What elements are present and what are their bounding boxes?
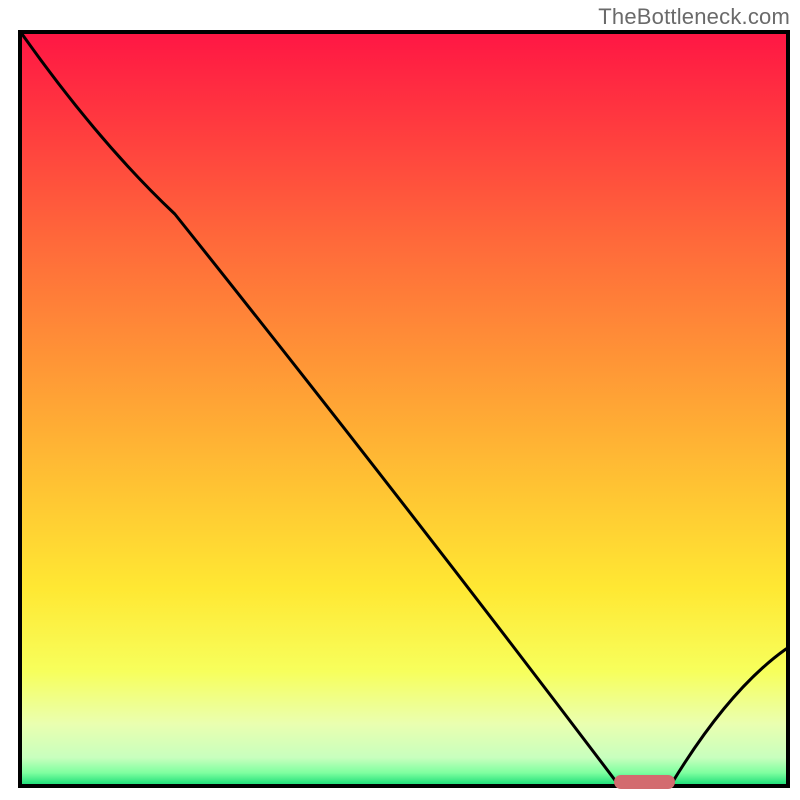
optimal-range-marker (614, 775, 675, 789)
chart-root: TheBottleneck.com (0, 0, 800, 800)
plot-frame (18, 30, 790, 788)
watermark-text: TheBottleneck.com (598, 4, 790, 30)
